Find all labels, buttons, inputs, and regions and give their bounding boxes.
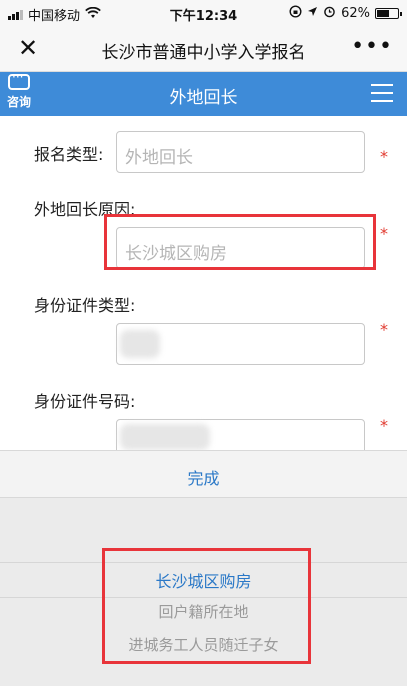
required-mark: *: [380, 416, 388, 435]
app-header: 咨询 外地回长: [0, 70, 407, 116]
picker-done-button[interactable]: 完成: [0, 465, 407, 489]
redacted-blur: [120, 424, 210, 450]
alarm-icon: [323, 5, 336, 22]
redacted-blur: [120, 330, 160, 358]
required-mark: *: [380, 224, 388, 243]
rotation-lock-icon: [289, 5, 302, 22]
screen: 中国移动 下午12:34 62% ✕ 长沙市普通中小学入学报名 ••• ··· …: [0, 0, 407, 686]
battery-percent: 62%: [341, 6, 370, 21]
close-button[interactable]: ✕: [18, 35, 38, 61]
required-mark: *: [380, 147, 388, 166]
header-title: 外地回长: [169, 88, 238, 108]
options-highlight-box: [102, 548, 311, 664]
hamburger-menu-icon[interactable]: [371, 84, 393, 102]
battery-icon: [375, 8, 402, 19]
page-title: 长沙市普通中小学入学报名: [101, 43, 306, 63]
more-options-button[interactable]: •••: [351, 34, 393, 60]
id-number-label: 身份证件号码:: [34, 392, 136, 411]
status-right: 62%: [289, 5, 402, 22]
registration-type-input[interactable]: 外地回长: [116, 131, 365, 173]
picker-toolbar: 完成: [0, 450, 407, 498]
location-icon: [307, 6, 318, 21]
registration-type-label: 报名类型:: [34, 145, 104, 164]
required-mark: *: [380, 320, 388, 339]
status-bar: 中国移动 下午12:34 62%: [0, 0, 407, 26]
reason-highlight-box: [104, 214, 376, 270]
id-type-label: 身份证件类型:: [34, 296, 136, 315]
nav-bar: ✕ 长沙市普通中小学入学报名 •••: [0, 26, 407, 72]
